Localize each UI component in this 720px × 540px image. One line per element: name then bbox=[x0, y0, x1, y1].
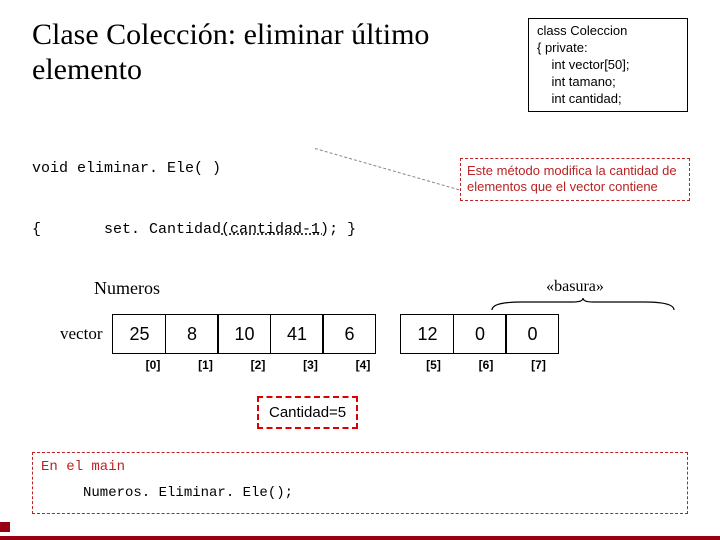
main-label: En el main bbox=[41, 459, 679, 475]
garbage-label: «basura» bbox=[530, 278, 620, 296]
array-cell: 12 bbox=[400, 314, 454, 354]
array-index: [4] bbox=[336, 358, 390, 372]
brace-icon bbox=[490, 298, 676, 312]
page-title: Clase Colección: eliminar último element… bbox=[32, 18, 510, 87]
class-line: class Coleccion bbox=[537, 23, 679, 40]
array-cell: 0 bbox=[505, 314, 559, 354]
class-line: int tamano; bbox=[537, 74, 679, 91]
array-cell: 10 bbox=[217, 314, 271, 354]
cells-garbage: 12 0 0 bbox=[400, 314, 559, 354]
array-cell: 6 bbox=[322, 314, 376, 354]
array-index: [1] bbox=[179, 358, 233, 372]
array-index: [6] bbox=[459, 358, 513, 372]
array-cell: 41 bbox=[270, 314, 324, 354]
cantidad-box: Cantidad=5 bbox=[257, 396, 358, 429]
main-callout: En el main Numeros. Eliminar. Ele(); bbox=[32, 452, 688, 514]
main-code: Numeros. Eliminar. Ele(); bbox=[83, 485, 679, 501]
array-index: [5] bbox=[407, 358, 461, 372]
vector-array: vector 25 8 10 41 6 12 0 0 bbox=[60, 314, 559, 354]
class-line: int vector[50]; bbox=[537, 57, 679, 74]
code-line: { set. Cantidad(cantidad-1); } bbox=[32, 220, 688, 240]
class-line: int cantidad; bbox=[537, 91, 679, 108]
array-index: [0] bbox=[126, 358, 180, 372]
class-line: { private: bbox=[537, 40, 679, 57]
index-row: [0] [1] [2] [3] [4] [5] [6] [7] bbox=[126, 358, 566, 372]
array-cell: 8 bbox=[165, 314, 219, 354]
corner-decoration bbox=[0, 522, 10, 532]
array-index: [7] bbox=[512, 358, 566, 372]
vector-label: vector bbox=[60, 324, 102, 344]
array-cell: 0 bbox=[453, 314, 507, 354]
class-definition-box: class Coleccion { private: int vector[50… bbox=[528, 18, 688, 112]
cells-active: 25 8 10 41 6 bbox=[112, 314, 376, 354]
array-index: [2] bbox=[231, 358, 285, 372]
annotation-note: Este método modifica la cantidad de elem… bbox=[460, 158, 690, 201]
array-cell: 25 bbox=[112, 314, 166, 354]
array-index: [3] bbox=[284, 358, 338, 372]
